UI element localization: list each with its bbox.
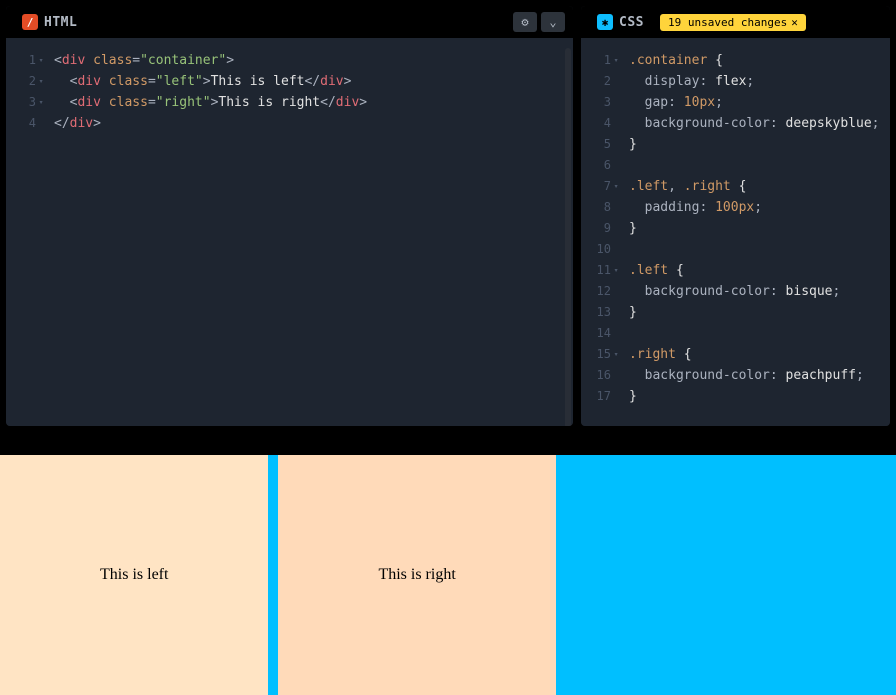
- preview-right-box: This is right: [278, 455, 555, 695]
- unsaved-badge[interactable]: 19 unsaved changes ✕: [660, 14, 806, 31]
- asterisk-icon: ✱: [602, 16, 609, 29]
- css-tab[interactable]: ✱ CSS: [589, 10, 652, 34]
- code-line[interactable]: .left, .right {: [629, 176, 890, 197]
- code-line[interactable]: </div>: [54, 113, 573, 134]
- code-line[interactable]: [629, 239, 890, 260]
- code-line[interactable]: background-color: deepskyblue;: [629, 113, 890, 134]
- css-icon: ✱: [597, 14, 613, 30]
- line-number: 4: [6, 113, 36, 134]
- code-line[interactable]: gap: 10px;: [629, 92, 890, 113]
- line-number: 1: [6, 50, 36, 71]
- css-code-content[interactable]: .container { display: flex; gap: 10px; b…: [619, 38, 890, 426]
- line-number: 3: [581, 92, 611, 113]
- code-line[interactable]: .container {: [629, 50, 890, 71]
- html-tab-label: HTML: [44, 15, 77, 30]
- code-line[interactable]: padding: 100px;: [629, 197, 890, 218]
- css-tab-label: CSS: [619, 15, 644, 30]
- line-number: 5: [581, 134, 611, 155]
- preview-left-box: This is left: [0, 455, 268, 695]
- line-number: 6: [581, 155, 611, 176]
- line-number: 17: [581, 386, 611, 407]
- gear-icon: ⚙: [521, 15, 528, 29]
- code-line[interactable]: <div class="container">: [54, 50, 573, 71]
- editor-area: / HTML ⚙ ⌄ 1234 <div class="container"> …: [0, 0, 896, 432]
- scrollbar[interactable]: [565, 48, 571, 426]
- html-gutter: 1234: [6, 38, 44, 426]
- code-line[interactable]: [629, 155, 890, 176]
- code-line[interactable]: }: [629, 218, 890, 239]
- html-header-controls: ⚙ ⌄: [513, 12, 565, 32]
- code-line[interactable]: [629, 323, 890, 344]
- settings-button[interactable]: ⚙: [513, 12, 537, 32]
- code-line[interactable]: .right {: [629, 344, 890, 365]
- code-line[interactable]: }: [629, 302, 890, 323]
- html-panel: / HTML ⚙ ⌄ 1234 <div class="container"> …: [6, 6, 573, 426]
- line-number: 13: [581, 302, 611, 323]
- code-line[interactable]: }: [629, 386, 890, 407]
- preview-area: This is left This is right: [0, 455, 896, 695]
- html-code-body[interactable]: 1234 <div class="container"> <div class=…: [6, 38, 573, 426]
- chevron-down-icon: ⌄: [549, 15, 556, 29]
- code-line[interactable]: <div class="left">This is left</div>: [54, 71, 573, 92]
- preview-left-text: This is left: [100, 566, 168, 584]
- css-panel-header: ✱ CSS 19 unsaved changes ✕: [581, 6, 890, 38]
- code-line[interactable]: background-color: peachpuff;: [629, 365, 890, 386]
- html-panel-header: / HTML ⚙ ⌄: [6, 6, 573, 38]
- code-line[interactable]: }: [629, 134, 890, 155]
- code-line[interactable]: <div class="right">This is right</div>: [54, 92, 573, 113]
- expand-button[interactable]: ⌄: [541, 12, 565, 32]
- line-number: 2: [581, 71, 611, 92]
- unsaved-badge-text: 19 unsaved changes: [668, 16, 787, 29]
- code-line[interactable]: background-color: bisque;: [629, 281, 890, 302]
- line-number: 16: [581, 365, 611, 386]
- line-number: 1: [581, 50, 611, 71]
- line-number: 7: [581, 176, 611, 197]
- line-number: 11: [581, 260, 611, 281]
- css-panel: ✱ CSS 19 unsaved changes ✕ 1234567891011…: [581, 6, 890, 426]
- line-number: 2: [6, 71, 36, 92]
- preview-right-text: This is right: [378, 566, 455, 584]
- css-code-body[interactable]: 1234567891011121314151617 .container { d…: [581, 38, 890, 426]
- line-number: 3: [6, 92, 36, 113]
- line-number: 8: [581, 197, 611, 218]
- css-gutter: 1234567891011121314151617: [581, 38, 619, 426]
- line-number: 10: [581, 239, 611, 260]
- html-icon: /: [22, 14, 38, 30]
- close-icon[interactable]: ✕: [791, 16, 798, 29]
- line-number: 14: [581, 323, 611, 344]
- line-number: 12: [581, 281, 611, 302]
- line-number: 9: [581, 218, 611, 239]
- line-number: 15: [581, 344, 611, 365]
- html-code-content[interactable]: <div class="container"> <div class="left…: [44, 38, 573, 426]
- code-line[interactable]: display: flex;: [629, 71, 890, 92]
- code-line[interactable]: .left {: [629, 260, 890, 281]
- html-tab[interactable]: / HTML: [14, 10, 85, 34]
- line-number: 4: [581, 113, 611, 134]
